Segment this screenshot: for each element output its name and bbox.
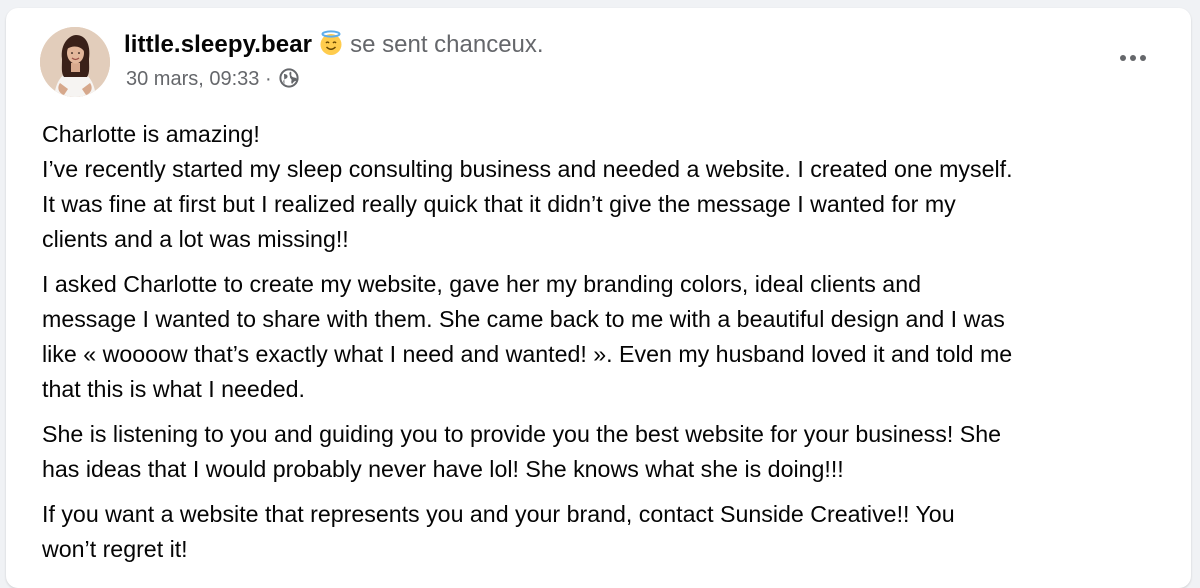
smiling-face-with-halo-icon bbox=[318, 30, 344, 64]
more-horizontal-icon bbox=[1120, 55, 1146, 61]
text-line: Charlotte is amazing! bbox=[42, 121, 260, 147]
text-line: won’t regret it! bbox=[42, 536, 188, 562]
post-paragraph: She is listening to you and guiding you … bbox=[42, 417, 1182, 487]
text-line: I’ve recently started my sleep consultin… bbox=[42, 156, 1013, 182]
text-line: clients and a lot was missing!! bbox=[42, 226, 349, 252]
text-line: If you want a website that represents yo… bbox=[42, 501, 955, 527]
text-line: that this is what I needed. bbox=[42, 376, 305, 402]
text-line: It was fine at first but I realized real… bbox=[42, 191, 956, 217]
post-paragraph: I asked Charlotte to create my website, … bbox=[42, 267, 1182, 407]
post-card: little.sleepy.bear se sent chanceux. 30 … bbox=[6, 8, 1191, 588]
author-name[interactable]: little.sleepy.bear bbox=[124, 31, 312, 58]
feeling-text: se sent chanceux. bbox=[350, 31, 544, 58]
meta-separator: · bbox=[264, 68, 272, 90]
author-line: little.sleepy.bear se sent chanceux. bbox=[124, 30, 544, 64]
text-line: like « woooow that’s exactly what I need… bbox=[42, 341, 1013, 367]
more-options-button[interactable] bbox=[1115, 45, 1151, 71]
post-timestamp[interactable]: 30 mars, 09:33 bbox=[126, 68, 259, 90]
text-line: message I wanted to share with them. She… bbox=[42, 306, 1005, 332]
text-line: I asked Charlotte to create my website, … bbox=[42, 271, 921, 297]
post-text: Charlotte is amazing! I’ve recently star… bbox=[42, 117, 1182, 577]
post-paragraph: If you want a website that represents yo… bbox=[42, 497, 1182, 567]
text-line: She is listening to you and guiding you … bbox=[42, 421, 1002, 447]
text-line: has ideas that I would probably never ha… bbox=[42, 456, 844, 482]
post-paragraph: Charlotte is amazing! I’ve recently star… bbox=[42, 117, 1182, 257]
post-meta: 30 mars, 09:33 · bbox=[126, 65, 299, 96]
globe-icon[interactable] bbox=[279, 68, 299, 96]
author-avatar[interactable] bbox=[40, 27, 110, 97]
avatar-photo bbox=[40, 27, 110, 97]
